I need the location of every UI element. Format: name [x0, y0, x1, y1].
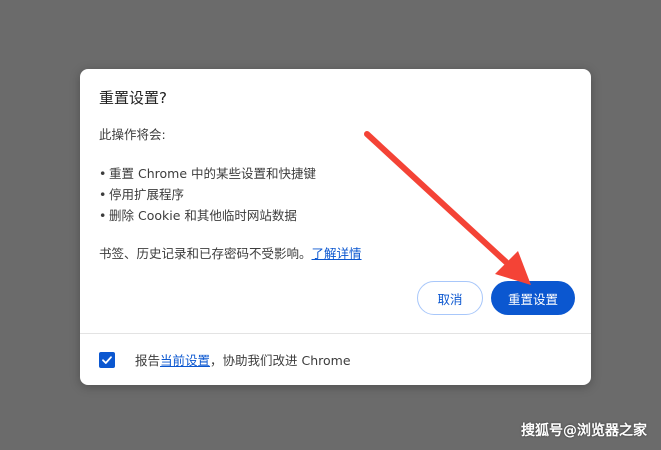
list-item: • 重置 Chrome 中的某些设置和快捷键	[99, 163, 316, 184]
footer-suffix: ，协助我们改进 Chrome	[210, 353, 351, 368]
effects-list: • 重置 Chrome 中的某些设置和快捷键 • 停用扩展程序 • 删除 Cookie…	[99, 163, 316, 226]
learn-more-link[interactable]: 了解详情	[312, 246, 362, 261]
reset-settings-dialog: 重置设置? 此操作将会: • 重置 Chrome 中的某些设置和快捷键 • 停用扩展…	[80, 69, 591, 385]
list-item: • 删除 Cookie 和其他临时网站数据	[99, 205, 316, 226]
dialog-title: 重置设置?	[99, 89, 167, 107]
cancel-button[interactable]: 取消	[417, 281, 483, 315]
current-settings-link[interactable]: 当前设置	[160, 350, 210, 369]
list-item-text: 停用扩展程序	[109, 187, 185, 202]
bullet-dot: •	[99, 187, 107, 202]
unaffected-note: 书签、历史记录和已存密码不受影响。了解详情	[99, 243, 362, 262]
check-icon	[102, 355, 112, 364]
dialog-intro: 此操作将会:	[99, 127, 166, 142]
reset-settings-button[interactable]: 重置设置	[491, 281, 575, 315]
divider	[80, 333, 591, 334]
report-checkbox[interactable]	[99, 351, 115, 368]
report-footer: 报告 当前设置 ，协助我们改进 Chrome	[99, 350, 351, 369]
list-item-text: 重置 Chrome 中的某些设置和快捷键	[109, 166, 316, 181]
note-text: 书签、历史记录和已存密码不受影响。	[99, 246, 312, 261]
watermark: 搜狐号@浏览器之家	[521, 423, 647, 439]
list-item-text: 删除 Cookie 和其他临时网站数据	[109, 208, 297, 223]
bullet-dot: •	[99, 208, 107, 223]
list-item: • 停用扩展程序	[99, 184, 316, 205]
footer-prefix: 报告	[135, 353, 161, 368]
bullet-dot: •	[99, 166, 107, 181]
